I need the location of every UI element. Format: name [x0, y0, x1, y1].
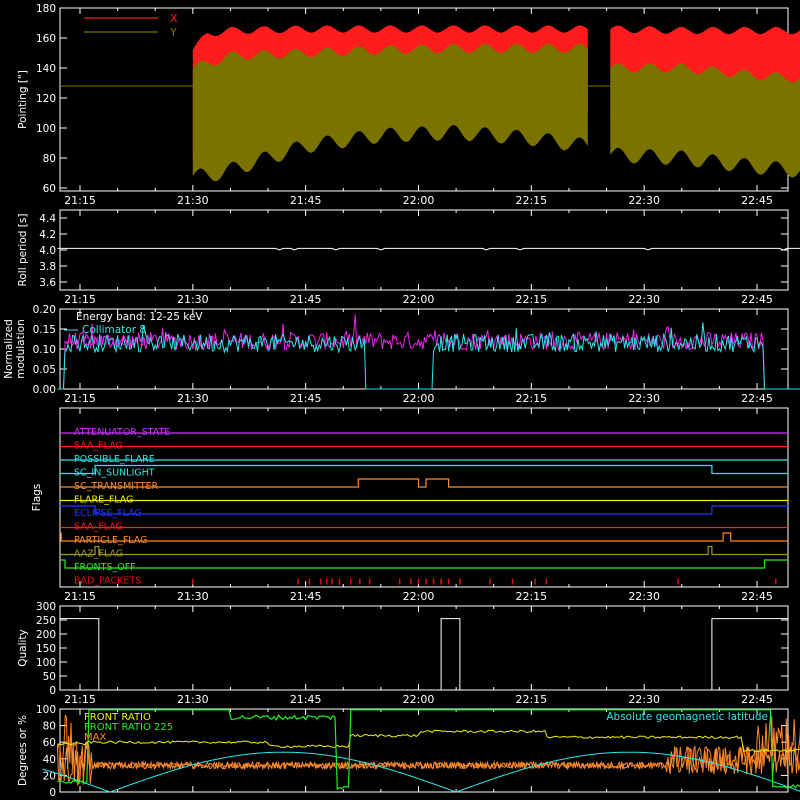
quality-xtick-label: 21:45 — [290, 693, 322, 706]
modulation-xtick-label: 22:30 — [628, 392, 660, 405]
rates-ytick-label: 40 — [43, 754, 56, 766]
rates-ylabel: Degrees or % — [17, 715, 29, 786]
pointing-ylabel: Pointing ["] — [17, 70, 29, 129]
modulation-xtick-label: 22:00 — [403, 392, 435, 405]
roll-ytick-label: 4.0 — [39, 245, 56, 257]
modulation-ytick-label: 0.15 — [33, 324, 56, 336]
flags-xtick-label: 22:45 — [741, 590, 773, 603]
rates-ytick-label: 80 — [43, 721, 56, 733]
modulation-ytick-label: 0.05 — [33, 364, 56, 376]
modulation-ytick-label: 0.00 — [33, 384, 56, 396]
rates-legend-geomag: Absolute geomagnetic latitude — [606, 711, 768, 723]
pointing-xtick-label: 22:30 — [628, 194, 660, 207]
pointing-xtick-label: 22:15 — [515, 194, 547, 207]
quality-ytick-label: 150 — [36, 643, 56, 655]
quality-ytick-label: 0 — [49, 685, 56, 697]
modulation-2-ylabel: modulation — [15, 319, 27, 378]
roll-xtick-label: 22:15 — [515, 293, 547, 306]
quality-ytick-label: 100 — [36, 657, 56, 669]
pointing-xtick-label: 22:45 — [741, 194, 773, 207]
flags-xtick-label: 22:30 — [628, 590, 660, 603]
rates-ytick-label: 0 — [49, 787, 56, 799]
flags-ylabel: Flags — [31, 484, 43, 512]
roll-xtick-label: 21:30 — [177, 293, 209, 306]
pointing-ytick-label: 100 — [36, 123, 56, 135]
modulation-ylabel: Normalized — [3, 319, 15, 379]
pointing-ytick-label: 160 — [36, 33, 56, 45]
flags-xtick-label: 21:15 — [64, 590, 96, 603]
pointing-ytick-label: 140 — [36, 63, 56, 75]
flags-xtick-label: 21:30 — [177, 590, 209, 603]
quality-xtick-label: 22:15 — [515, 693, 547, 706]
pointing-xtick-label: 21:45 — [290, 194, 322, 207]
flags-xtick-label: 22:00 — [403, 590, 435, 603]
quality-ytick-label: 200 — [36, 629, 56, 641]
roll-xtick-label: 22:30 — [628, 293, 660, 306]
quality-ytick-label: 300 — [36, 601, 56, 613]
roll-xtick-label: 22:45 — [741, 293, 773, 306]
quality-xtick-label: 22:30 — [628, 693, 660, 706]
roll-ylabel: Roll period [s] — [17, 214, 29, 287]
quality-ylabel: Quality — [17, 629, 29, 667]
quality-xtick-label: 21:30 — [177, 693, 209, 706]
flags-xtick-label: 22:15 — [515, 590, 547, 603]
modulation-xtick-label: 22:15 — [515, 392, 547, 405]
rates-label: MAX — [84, 732, 106, 743]
flag-label: BAD_PACKETS — [74, 576, 141, 587]
modulation-annotation: Energy band: 12-25 keV — [76, 311, 203, 323]
pointing-xtick-label: 21:15 — [64, 194, 96, 207]
pointing-ytick-label: 60 — [43, 183, 56, 195]
modulation-xtick-label: 22:45 — [741, 392, 773, 405]
roll-ytick-label: 4.2 — [39, 229, 56, 241]
modulation-legend-label: Collimator 9 — [82, 336, 146, 348]
roll-xtick-label: 22:00 — [403, 293, 435, 306]
quality-xtick-label: 22:00 — [403, 693, 435, 706]
quality-xtick-label: 22:45 — [741, 693, 773, 706]
modulation-xtick-label: 21:30 — [177, 392, 209, 405]
pointing-legend-label: X — [170, 12, 178, 25]
quality-xtick-label: 21:15 — [64, 693, 96, 706]
quality-ytick-label: 50 — [43, 671, 56, 683]
roll-ytick-label: 3.8 — [39, 261, 56, 273]
pointing-xtick-label: 21:30 — [177, 194, 209, 207]
modulation-legend-label: Collimator 8 — [82, 324, 146, 336]
roll-xtick-label: 21:45 — [290, 293, 322, 306]
quality-ytick-label: 250 — [36, 615, 56, 627]
roll-xtick-label: 21:15 — [64, 293, 96, 306]
pointing-legend-label: Y — [169, 26, 177, 39]
rates-ytick-label: 100 — [36, 704, 56, 716]
pointing-ytick-label: 180 — [36, 3, 56, 15]
rates-ytick-label: 60 — [43, 737, 56, 749]
roll-ytick-label: 4.4 — [39, 213, 56, 225]
pointing-xtick-label: 22:00 — [403, 194, 435, 207]
modulation-ytick-label: 0.10 — [33, 344, 56, 356]
modulation-xtick-label: 21:15 — [64, 392, 96, 405]
pointing-ytick-label: 80 — [43, 153, 56, 165]
modulation-ytick-label: 0.20 — [33, 304, 56, 316]
modulation-xtick-label: 21:45 — [290, 392, 322, 405]
pointing-ytick-label: 120 — [36, 93, 56, 105]
roll-ytick-label: 3.6 — [39, 277, 56, 289]
figure: 60 80 100 120 140 160 180 Pointing ["] XY 21:15 21… — [0, 0, 800, 800]
flags-xtick-label: 21:45 — [290, 590, 322, 603]
